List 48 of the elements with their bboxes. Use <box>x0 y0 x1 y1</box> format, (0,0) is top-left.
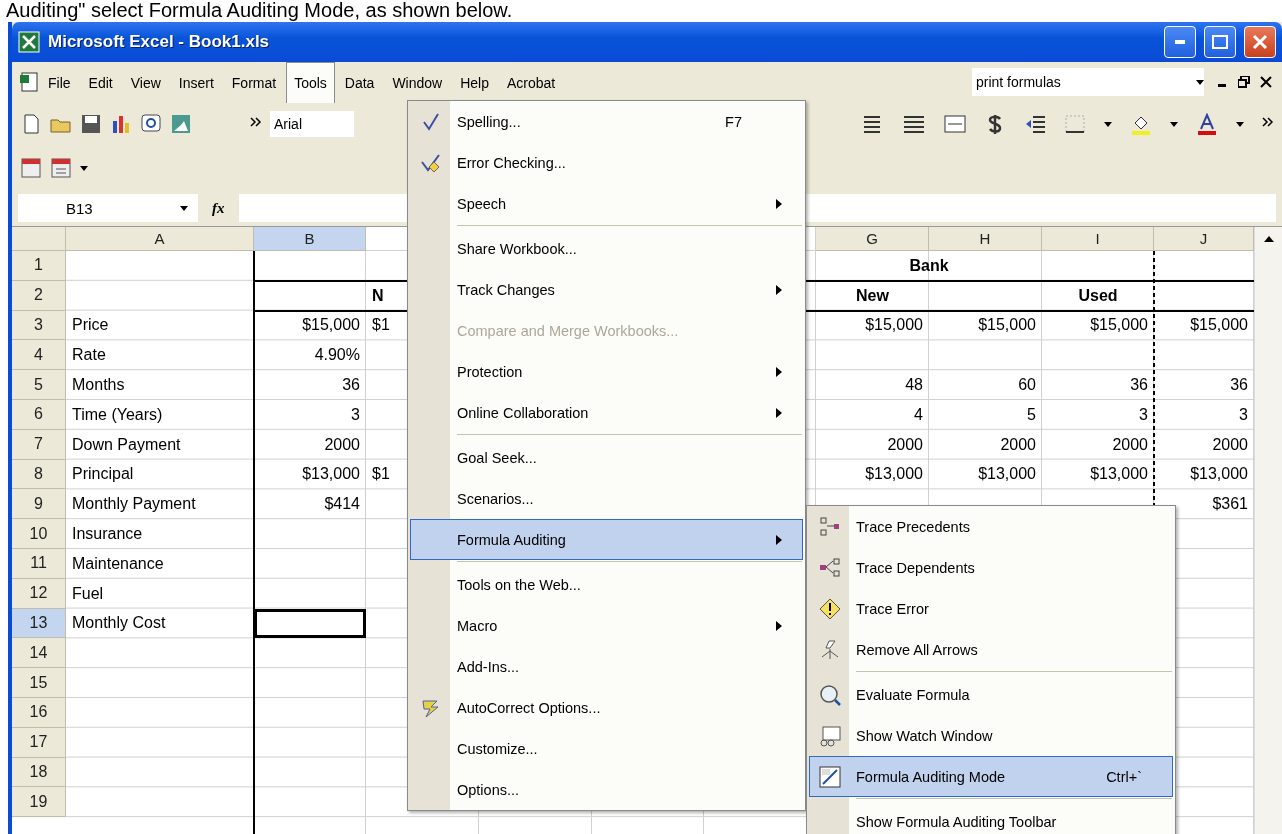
table-cell-text: Insurance <box>71 524 144 545</box>
table-cell-text: Price <box>71 315 110 336</box>
table-cell-text: 36 <box>1229 375 1249 396</box>
table-cell-text: $13,000 <box>1189 464 1249 485</box>
table-cell-text: 2000 <box>323 434 361 455</box>
table-cell-text: 3 <box>1238 404 1249 425</box>
window-title: Microsoft Excel - Book1.xls <box>48 32 271 52</box>
table-cell-text: 4 <box>913 404 924 425</box>
table-cell-text: $13,000 <box>864 464 924 485</box>
table-cell-text: 4.90% <box>313 345 361 366</box>
table-cell-text: 5 <box>1026 404 1037 425</box>
table-cell-text: 3 <box>1138 404 1149 425</box>
table-cell-text: 2000 <box>1111 434 1149 455</box>
table-cell-text: 2000 <box>999 434 1037 455</box>
table-cell-text: 2000 <box>886 434 924 455</box>
table-cell-text: $15,000 <box>301 315 361 336</box>
table-cell-text: $1 <box>371 315 391 336</box>
table-cell-text: $13,000 <box>301 464 361 485</box>
table-cell-text: $15,000 <box>977 315 1037 336</box>
table-cell-text: 36 <box>341 375 361 396</box>
table-cell-text: $15,000 <box>864 315 924 336</box>
table-cell-text: $15,000 <box>1189 315 1249 336</box>
table-cell-text: 36 <box>1129 375 1149 396</box>
table-cell-text: N <box>371 285 385 306</box>
table-cell-text: Rate <box>71 345 107 366</box>
table-cell-text: New <box>855 285 890 306</box>
table-cell-text: $15,000 <box>1089 315 1149 336</box>
table-cell-text: Months <box>71 375 126 396</box>
table-cell-text: Monthly Cost <box>71 613 167 634</box>
table-cell-text: 60 <box>1017 375 1037 396</box>
caption-text: Auditing" select Formula Auditing Mode, as shown below. <box>5 0 514 22</box>
table-cell-text: $13,000 <box>1089 464 1149 485</box>
table-cell-text: 48 <box>904 375 924 396</box>
table-cell-text: 2000 <box>1211 434 1249 455</box>
table-cell-text: 3 <box>350 404 361 425</box>
table-cell-text: Used <box>1077 285 1119 306</box>
table-cell-text: Maintenance <box>71 553 165 574</box>
table-cell-text: Bank <box>908 255 950 276</box>
table-cell-text: Down Payment <box>71 434 182 455</box>
table-cell-text: $1 <box>371 464 391 485</box>
function-label: fx <box>212 199 225 217</box>
table-cell-text: $361 <box>1211 494 1249 515</box>
table-cell-text: Fuel <box>71 583 105 604</box>
table-cell-text: Monthly Payment <box>71 494 197 515</box>
table-cell-text: $13,000 <box>977 464 1037 485</box>
table-cell-text: Time (Years) <box>71 404 164 425</box>
table-cell-text: Principal <box>71 464 135 485</box>
table-cell-text: $414 <box>323 494 361 515</box>
